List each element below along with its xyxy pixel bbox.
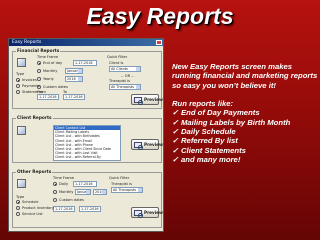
client-select[interactable]: All Clients: [109, 66, 141, 72]
invoices-label: Invoices: [22, 78, 37, 82]
other-reports-label: Other Reports: [16, 170, 53, 175]
check-icon: ✓: [172, 127, 179, 137]
daily-date[interactable]: 1-17-2016: [73, 181, 97, 187]
financial-reports-group: Financial Reports Time Frame End of day …: [12, 49, 163, 109]
client-is-label: Client is: [109, 61, 124, 65]
time-frame-label: Time Frame: [37, 55, 59, 59]
bullet-item: ✓ Referred By list: [172, 136, 238, 146]
payments-label: Payments: [22, 84, 40, 88]
end-of-day-radio[interactable]: [37, 61, 41, 65]
check-icon: ✓: [172, 154, 179, 164]
financial-preview-button[interactable]: Preview: [131, 94, 163, 105]
monthly-radio[interactable]: [37, 69, 41, 73]
therapist-select[interactable]: All Therapists: [109, 84, 141, 90]
monthly-radio[interactable]: [53, 190, 57, 194]
check-icon: ✓: [172, 117, 179, 127]
payments-radio[interactable]: [16, 84, 20, 88]
statements-label: Statements: [22, 90, 43, 94]
intro-text: New Easy Reports screen makes running fi…: [172, 62, 318, 90]
or-label: -- OR --: [121, 74, 134, 78]
bullet-item: ✓ Daily Schedule: [172, 127, 236, 137]
type-label: Type: [16, 72, 25, 76]
schedule-radio[interactable]: [16, 200, 20, 204]
daily-radio[interactable]: [53, 182, 57, 186]
custom-dates-label: Custom dates: [59, 198, 84, 202]
preview-label: Preview: [144, 210, 163, 215]
slide-title: Easy Reports: [86, 3, 234, 29]
year-select[interactable]: 2016: [93, 189, 107, 195]
custom-dates-label: Custom dates: [43, 85, 68, 89]
other-reports-group: Other Reports Time Frame Daily 1-17-2016…: [12, 170, 163, 228]
bullet-item: ✓ Mailing Labels by Birth Month: [172, 117, 291, 127]
window-title: Easy Reports: [12, 40, 42, 45]
year-select[interactable]: 2016: [65, 76, 83, 82]
quick-filter-label: Quick Filter: [107, 55, 128, 59]
type-label: Type: [16, 195, 25, 199]
check-icon: ✓: [172, 145, 179, 155]
statements-radio[interactable]: [16, 90, 20, 94]
product-inventory-label: Product Inventory: [22, 206, 54, 210]
window-titlebar: Easy Reports: [9, 39, 163, 46]
quick-filter-label: Quick Filter: [109, 176, 130, 180]
client-report-list[interactable]: Client Contact List Client Mailing Label…: [53, 125, 121, 161]
financial-report-icon: [17, 58, 26, 67]
monthly-label: Monthly: [43, 69, 58, 73]
preview-label: Preview: [144, 142, 163, 147]
monthly-label: Monthly: [59, 190, 74, 194]
preview-icon: [134, 210, 143, 218]
service-list-label: Service List: [22, 212, 43, 216]
client-preview-button[interactable]: Preview: [131, 139, 163, 150]
daily-label: Daily: [59, 182, 69, 186]
run-reports-label: Run reports like:: [172, 99, 234, 109]
feature-description: New Easy Reports screen makes running fi…: [172, 62, 318, 164]
easy-reports-window: Easy Reports Financial Reports Time Fram…: [8, 38, 164, 232]
service-list-radio[interactable]: [16, 212, 20, 216]
month-select[interactable]: January: [65, 68, 83, 74]
yearly-label: Yearly: [43, 77, 54, 81]
list-item[interactable]: Client List - with Referral By: [54, 155, 120, 159]
yearly-radio[interactable]: [37, 77, 41, 81]
month-select[interactable]: January: [75, 189, 91, 195]
schedule-label: Schedule: [22, 200, 39, 204]
check-icon: ✓: [172, 136, 179, 146]
client-reports-label: Client Reports: [16, 116, 53, 121]
end-of-day-label: End of day: [43, 61, 63, 65]
bullet-item: ✓ End of Day Payments: [172, 108, 260, 118]
bullet-item: ✓ and many more!: [172, 154, 241, 164]
client-reports-group: Client Reports Client Contact List Clien…: [12, 116, 163, 163]
preview-icon: [134, 142, 143, 150]
product-inventory-radio[interactable]: [16, 206, 20, 210]
custom-dates-radio[interactable]: [53, 198, 57, 202]
preview-icon: [134, 97, 143, 105]
therapist-is-label: Therapist is: [109, 79, 130, 83]
to-date-field[interactable]: 1-17-2016: [63, 94, 85, 100]
to-date-field[interactable]: 1-17-2016: [79, 206, 101, 212]
end-of-day-date[interactable]: 1-17-2016: [73, 60, 97, 66]
preview-label: Preview: [144, 97, 163, 102]
time-frame-label: Time Frame: [53, 176, 75, 180]
from-date-field[interactable]: 1-17-2016: [53, 206, 75, 212]
from-date-field[interactable]: 1-17-2016: [37, 94, 59, 100]
other-report-icon: [17, 179, 26, 188]
financial-reports-label: Financial Reports: [16, 49, 61, 54]
bullet-item: ✓ Client Statements: [172, 145, 246, 155]
check-icon: ✓: [172, 108, 179, 118]
therapist-select[interactable]: All Therapists: [111, 187, 143, 193]
therapist-is-label: Therapist is: [111, 182, 132, 186]
invoices-radio[interactable]: [16, 78, 20, 82]
other-preview-button[interactable]: Preview: [131, 207, 163, 218]
client-report-icon: [17, 126, 26, 135]
close-icon[interactable]: [156, 40, 162, 45]
